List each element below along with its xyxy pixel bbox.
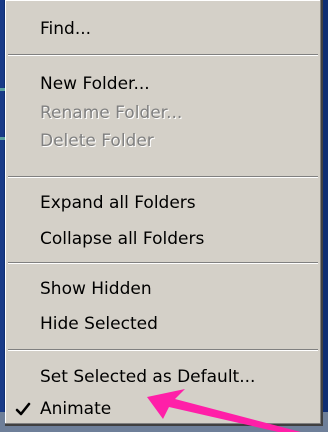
menu-separator xyxy=(8,262,318,264)
menu-separator xyxy=(8,349,318,351)
menu-item-label: Animate xyxy=(40,399,112,419)
menu-item-label: Rename Folder... xyxy=(40,103,183,123)
menu-item-new-folder[interactable]: New Folder... xyxy=(5,70,321,98)
menu-item-label: Show Hidden xyxy=(40,279,152,299)
screen: Find... New Folder... Rename Folder... D… xyxy=(0,0,328,432)
menu-item-label: Delete Folder xyxy=(40,131,154,151)
checkmark-icon xyxy=(15,402,31,416)
menu-item-label: Collapse all Folders xyxy=(40,229,205,249)
menu-separator xyxy=(8,176,318,178)
background-strip xyxy=(0,0,4,432)
menu-item-label: Set Selected as Default... xyxy=(40,367,256,387)
menu-item-delete-folder: Delete Folder xyxy=(5,127,321,155)
menu-item-expand-all-folders[interactable]: Expand all Folders xyxy=(5,189,321,217)
menu-separator xyxy=(8,54,318,56)
menu-item-set-selected-as-default[interactable]: Set Selected as Default... xyxy=(5,363,321,391)
context-menu: Find... New Folder... Rename Folder... D… xyxy=(5,0,323,426)
menu-item-label: Expand all Folders xyxy=(40,193,196,213)
menu-item-hide-selected[interactable]: Hide Selected xyxy=(5,310,321,338)
menu-item-find[interactable]: Find... xyxy=(5,15,321,43)
menu-item-label: New Folder... xyxy=(40,74,150,94)
menu-item-rename-folder: Rename Folder... xyxy=(5,99,321,127)
menu-item-label: Find... xyxy=(40,19,92,39)
menu-item-animate[interactable]: Animate xyxy=(5,395,321,423)
menu-item-label: Hide Selected xyxy=(40,314,158,334)
menu-item-show-hidden[interactable]: Show Hidden xyxy=(5,275,321,303)
menu-item-collapse-all-folders[interactable]: Collapse all Folders xyxy=(5,225,321,253)
